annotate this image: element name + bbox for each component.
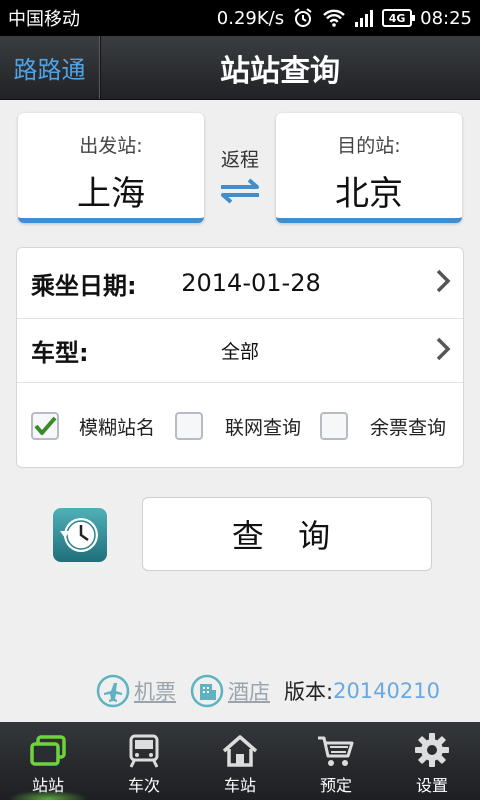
alarm-icon bbox=[292, 7, 314, 29]
fuzzy-name-label: 模糊站名 bbox=[79, 416, 156, 439]
date-value: 2014-01-28 bbox=[181, 269, 321, 297]
online-query-checkbox[interactable] bbox=[175, 412, 203, 440]
hotel-link[interactable]: 酒店 bbox=[190, 674, 270, 708]
destination-label: 目的站: bbox=[337, 135, 401, 157]
query-button[interactable]: 查 询 bbox=[142, 497, 432, 571]
clock: 08:25 bbox=[420, 7, 472, 29]
destination-station: 北京 bbox=[335, 174, 403, 214]
options-checkbox-row: 模糊站名 联网查询 余票查询 bbox=[17, 383, 463, 467]
remaining-tickets-checkbox[interactable] bbox=[320, 412, 348, 440]
page-title: 站站查询 bbox=[220, 53, 340, 89]
status-indicators: 0.29K/s 4G 08:25 bbox=[217, 7, 472, 29]
departure-label: 出发站: bbox=[79, 135, 143, 157]
status-bar: 中国移动 0.29K/s 4G 08:25 bbox=[0, 0, 480, 36]
train-type-row[interactable]: 车型: 全部 bbox=[17, 319, 463, 383]
station-to-station-icon bbox=[30, 735, 66, 766]
bottom-navigation: 站站 车次 车站 预定 设置 bbox=[0, 722, 480, 800]
gear-icon bbox=[415, 733, 449, 767]
fuzzy-name-option[interactable]: 模糊站名 bbox=[31, 412, 155, 440]
hotel-label: 酒店 bbox=[228, 680, 270, 704]
train-type-value: 全部 bbox=[220, 341, 259, 363]
nav-booking-label: 预定 bbox=[319, 776, 352, 795]
footer-links: 机票 酒店 版本: 20140210 bbox=[96, 674, 440, 708]
fuzzy-name-checkbox[interactable] bbox=[31, 412, 59, 440]
nav-train-number[interactable]: 车次 bbox=[96, 722, 192, 800]
app-name-button[interactable]: 路路通 bbox=[0, 36, 100, 99]
flight-ticket-link[interactable]: 机票 bbox=[96, 674, 176, 708]
nav-station-to-station-label: 站站 bbox=[31, 776, 64, 795]
nav-settings-label: 设置 bbox=[415, 776, 448, 795]
flight-ticket-label: 机票 bbox=[134, 680, 176, 704]
swap-arrows-icon bbox=[215, 178, 265, 208]
departure-station: 上海 bbox=[77, 174, 145, 214]
nav-station-label: 车站 bbox=[223, 776, 256, 795]
chevron-right-icon bbox=[435, 268, 451, 298]
title-bar: 路路通 站站查询 bbox=[0, 36, 480, 100]
nav-booking[interactable]: 预定 bbox=[288, 722, 384, 800]
version-value: 20140210 bbox=[333, 679, 440, 703]
nav-train-number-label: 车次 bbox=[127, 776, 160, 795]
history-button[interactable] bbox=[52, 507, 108, 563]
airplane-icon bbox=[96, 674, 130, 708]
home-station-icon bbox=[222, 735, 258, 767]
departure-station-card[interactable]: 出发站: 上海 bbox=[18, 113, 204, 223]
signal-icon bbox=[354, 8, 374, 28]
cart-icon bbox=[318, 736, 354, 766]
date-row[interactable]: 乘坐日期: 2014-01-28 bbox=[17, 248, 463, 319]
query-options-panel: 乘坐日期: 2014-01-28 车型: 全部 模糊站名 联网查询 余票查询 bbox=[16, 247, 464, 468]
online-query-option[interactable]: 联网查询 bbox=[175, 412, 301, 440]
destination-station-card[interactable]: 目的站: 北京 bbox=[276, 113, 462, 223]
swap-stations-button[interactable]: 返程 bbox=[206, 145, 274, 208]
version-label: 版本: bbox=[284, 680, 334, 704]
nav-station[interactable]: 车站 bbox=[192, 722, 288, 800]
online-query-label: 联网查询 bbox=[225, 416, 302, 439]
history-clock-icon bbox=[53, 508, 107, 562]
hotel-icon bbox=[190, 674, 224, 708]
chevron-right-icon bbox=[435, 336, 451, 366]
train-icon bbox=[129, 734, 159, 768]
nav-settings[interactable]: 设置 bbox=[384, 722, 480, 800]
network-speed: 0.29K/s bbox=[216, 7, 285, 29]
swap-label: 返程 bbox=[220, 149, 259, 171]
checkmark-icon bbox=[34, 416, 57, 435]
remaining-tickets-label: 余票查询 bbox=[370, 416, 447, 439]
carrier-name: 中国移动 bbox=[8, 9, 80, 30]
wifi-icon bbox=[322, 8, 346, 28]
nav-station-to-station[interactable]: 站站 bbox=[0, 722, 96, 800]
remaining-tickets-option[interactable]: 余票查询 bbox=[320, 412, 446, 440]
battery-text: 4G bbox=[388, 11, 406, 25]
battery-icon: 4G bbox=[382, 9, 416, 27]
